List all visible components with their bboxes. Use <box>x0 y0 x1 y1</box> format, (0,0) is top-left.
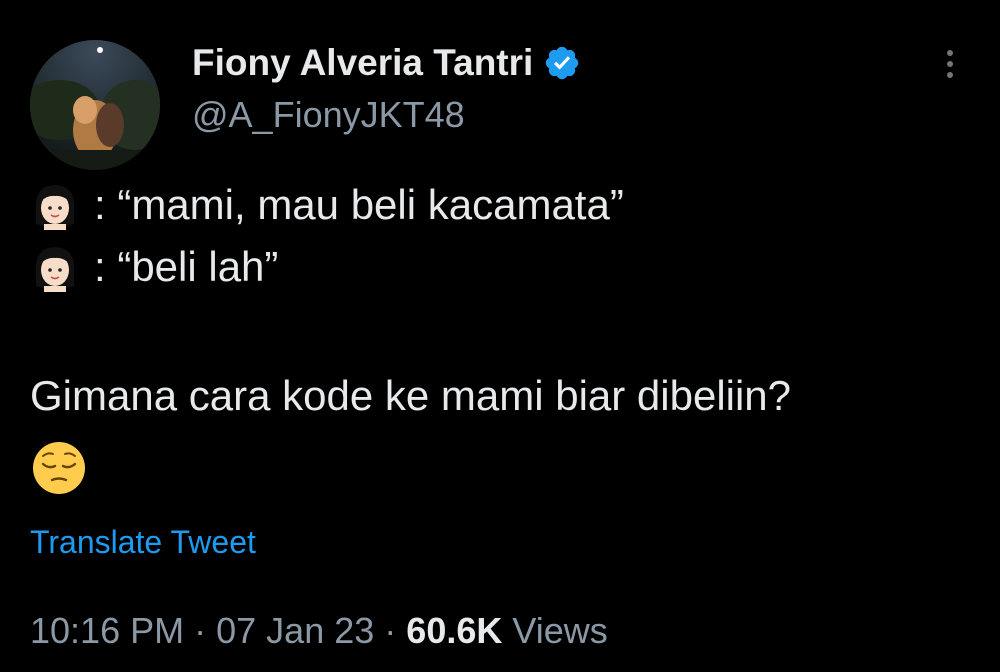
woman-emoji-icon <box>35 185 75 230</box>
meta-separator: · <box>194 610 207 651</box>
author-name[interactable]: Fiony Alveria Tantri <box>192 42 581 84</box>
translate-tweet-link[interactable]: Translate Tweet <box>30 524 256 561</box>
views-count[interactable]: 60.6K <box>406 610 502 651</box>
avatar-photo-icon <box>30 40 160 170</box>
meta-separator: · <box>384 610 397 651</box>
woman-emoji-icon <box>35 247 75 292</box>
pensive-face-emoji-icon <box>33 442 85 494</box>
verified-badge-icon <box>546 46 579 80</box>
tweet-meta: 10:16 PM · 07 Jan 23 · 60.6K Views <box>30 610 608 652</box>
views-label: Views <box>512 610 608 651</box>
tweet-body: Gimana cara kode ke mami biar dibeliin? <box>30 372 792 419</box>
tweet-time[interactable]: 10:16 PM <box>30 610 184 651</box>
tweet-line-text: : “beli lah” <box>94 243 279 290</box>
tweet-line-2: : “beli lah” <box>30 242 278 292</box>
tweet-line-text: : “mami, mau beli kacamata” <box>94 181 624 228</box>
display-name[interactable]: Fiony Alveria Tantri <box>192 42 533 84</box>
avatar[interactable] <box>30 40 160 170</box>
more-options-icon[interactable] <box>940 50 960 84</box>
tweet-line-1: : “mami, mau beli kacamata” <box>30 180 624 230</box>
tweet-date[interactable]: 07 Jan 23 <box>216 610 374 651</box>
user-handle[interactable]: @A_FionyJKT48 <box>192 94 465 136</box>
